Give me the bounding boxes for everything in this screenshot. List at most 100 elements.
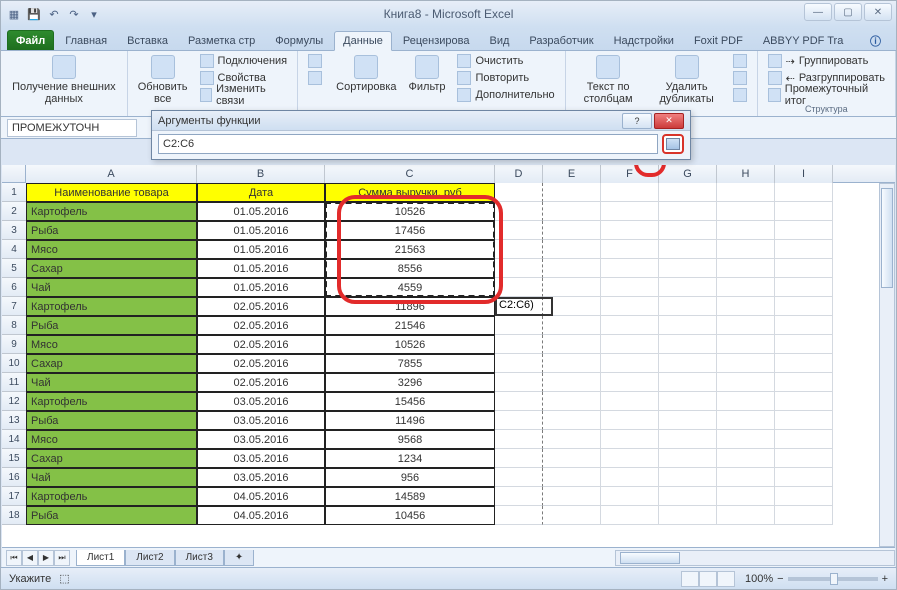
cell[interactable] <box>659 259 717 278</box>
vertical-scrollbar[interactable] <box>879 183 895 547</box>
cell[interactable] <box>775 392 833 411</box>
remove-dupes-button[interactable]: Удалить дубликаты <box>649 53 725 107</box>
row-header[interactable]: 10 <box>2 354 26 373</box>
view-normal[interactable] <box>681 571 699 587</box>
cell[interactable] <box>659 240 717 259</box>
cell[interactable] <box>717 411 775 430</box>
cell[interactable] <box>543 297 601 316</box>
row-header[interactable]: 5 <box>2 259 26 278</box>
tab-formulas[interactable]: Формулы <box>266 30 332 50</box>
tab-abbyy[interactable]: ABBYY PDF Tra <box>754 30 853 50</box>
cell[interactable]: Чай <box>26 468 197 487</box>
tab-foxit[interactable]: Foxit PDF <box>685 30 752 50</box>
text-to-columns-button[interactable]: Текст по столбцам <box>572 53 645 107</box>
hscroll-thumb[interactable] <box>620 552 680 564</box>
cell[interactable] <box>601 297 659 316</box>
zoom-out-button[interactable]: − <box>777 573 783 585</box>
cell[interactable] <box>775 354 833 373</box>
expand-dialog-button[interactable] <box>662 134 684 154</box>
cell[interactable] <box>659 354 717 373</box>
cell[interactable] <box>775 240 833 259</box>
cell[interactable] <box>775 373 833 392</box>
cell[interactable] <box>495 430 543 449</box>
cell[interactable] <box>717 392 775 411</box>
tab-home[interactable]: Главная <box>56 30 116 50</box>
cell[interactable] <box>543 278 601 297</box>
cell[interactable] <box>601 354 659 373</box>
cell[interactable] <box>659 278 717 297</box>
cell[interactable] <box>601 221 659 240</box>
cell[interactable]: Картофель <box>26 487 197 506</box>
qat-dropdown-icon[interactable]: ▾ <box>85 5 103 23</box>
table-row[interactable]: 7Картофель02.05.201611896 <box>2 297 895 316</box>
cell[interactable] <box>543 183 601 202</box>
row-header[interactable]: 13 <box>2 411 26 430</box>
cell[interactable]: Рыба <box>26 411 197 430</box>
cell[interactable] <box>717 221 775 240</box>
cell[interactable] <box>601 506 659 525</box>
cell[interactable] <box>775 449 833 468</box>
cell[interactable] <box>717 506 775 525</box>
cell[interactable] <box>601 411 659 430</box>
cell[interactable] <box>543 430 601 449</box>
cell[interactable]: 04.05.2016 <box>197 506 325 525</box>
tab-pagelayout[interactable]: Разметка стр <box>179 30 264 50</box>
cell[interactable] <box>717 354 775 373</box>
cell[interactable]: Сахар <box>26 259 197 278</box>
cell[interactable] <box>775 316 833 335</box>
cell[interactable] <box>601 468 659 487</box>
cell[interactable]: 14589 <box>325 487 495 506</box>
refresh-all-button[interactable]: Обновить все <box>134 53 192 107</box>
table-row[interactable]: 15Сахар03.05.20161234 <box>2 449 895 468</box>
cell[interactable]: Картофель <box>26 297 197 316</box>
cell[interactable] <box>717 259 775 278</box>
table-row[interactable]: 13Рыба03.05.201611496 <box>2 411 895 430</box>
cell[interactable]: 17456 <box>325 221 495 240</box>
col-E[interactable]: E <box>543 165 601 183</box>
cell[interactable] <box>775 468 833 487</box>
cell[interactable] <box>601 373 659 392</box>
cell[interactable] <box>543 316 601 335</box>
cell[interactable] <box>495 259 543 278</box>
cell[interactable] <box>717 430 775 449</box>
col-H[interactable]: H <box>717 165 775 183</box>
cell[interactable]: Мясо <box>26 335 197 354</box>
cell[interactable]: 01.05.2016 <box>197 259 325 278</box>
col-I[interactable]: I <box>775 165 833 183</box>
cell[interactable]: 9568 <box>325 430 495 449</box>
group-button[interactable]: ⇢Группировать <box>764 53 889 69</box>
cell[interactable] <box>495 183 543 202</box>
cell[interactable]: 01.05.2016 <box>197 202 325 221</box>
cell[interactable]: 8556 <box>325 259 495 278</box>
cell[interactable] <box>775 202 833 221</box>
cell[interactable]: 1234 <box>325 449 495 468</box>
cell[interactable]: 02.05.2016 <box>197 316 325 335</box>
cell[interactable]: 03.05.2016 <box>197 392 325 411</box>
cell[interactable]: Мясо <box>26 430 197 449</box>
col-B[interactable]: B <box>197 165 325 183</box>
cell[interactable] <box>495 506 543 525</box>
filter-button[interactable]: Фильтр <box>405 53 450 95</box>
macro-record-icon[interactable]: ⬚ <box>59 572 69 585</box>
cell[interactable] <box>543 487 601 506</box>
horizontal-scrollbar[interactable] <box>615 550 895 566</box>
tab-data[interactable]: Данные <box>334 31 392 51</box>
cell[interactable] <box>543 354 601 373</box>
cell[interactable] <box>775 430 833 449</box>
sheet-prev[interactable]: ◀ <box>22 550 38 566</box>
cell[interactable] <box>775 183 833 202</box>
cell[interactable] <box>601 259 659 278</box>
cell[interactable] <box>659 392 717 411</box>
cell[interactable] <box>601 240 659 259</box>
sheet-tab-1[interactable]: Лист1 <box>76 550 125 566</box>
cell[interactable]: 956 <box>325 468 495 487</box>
row-header[interactable]: 12 <box>2 392 26 411</box>
col-D[interactable]: D <box>495 165 543 183</box>
cell[interactable] <box>601 183 659 202</box>
cell[interactable] <box>543 240 601 259</box>
cell[interactable] <box>717 335 775 354</box>
table-row[interactable]: 1Наименование товараДатаСумма выручки, р… <box>2 183 895 202</box>
get-external-data-button[interactable]: Получение внешних данных <box>7 53 121 107</box>
advanced-button[interactable]: Дополнительно <box>453 87 558 103</box>
cell[interactable]: 03.05.2016 <box>197 449 325 468</box>
